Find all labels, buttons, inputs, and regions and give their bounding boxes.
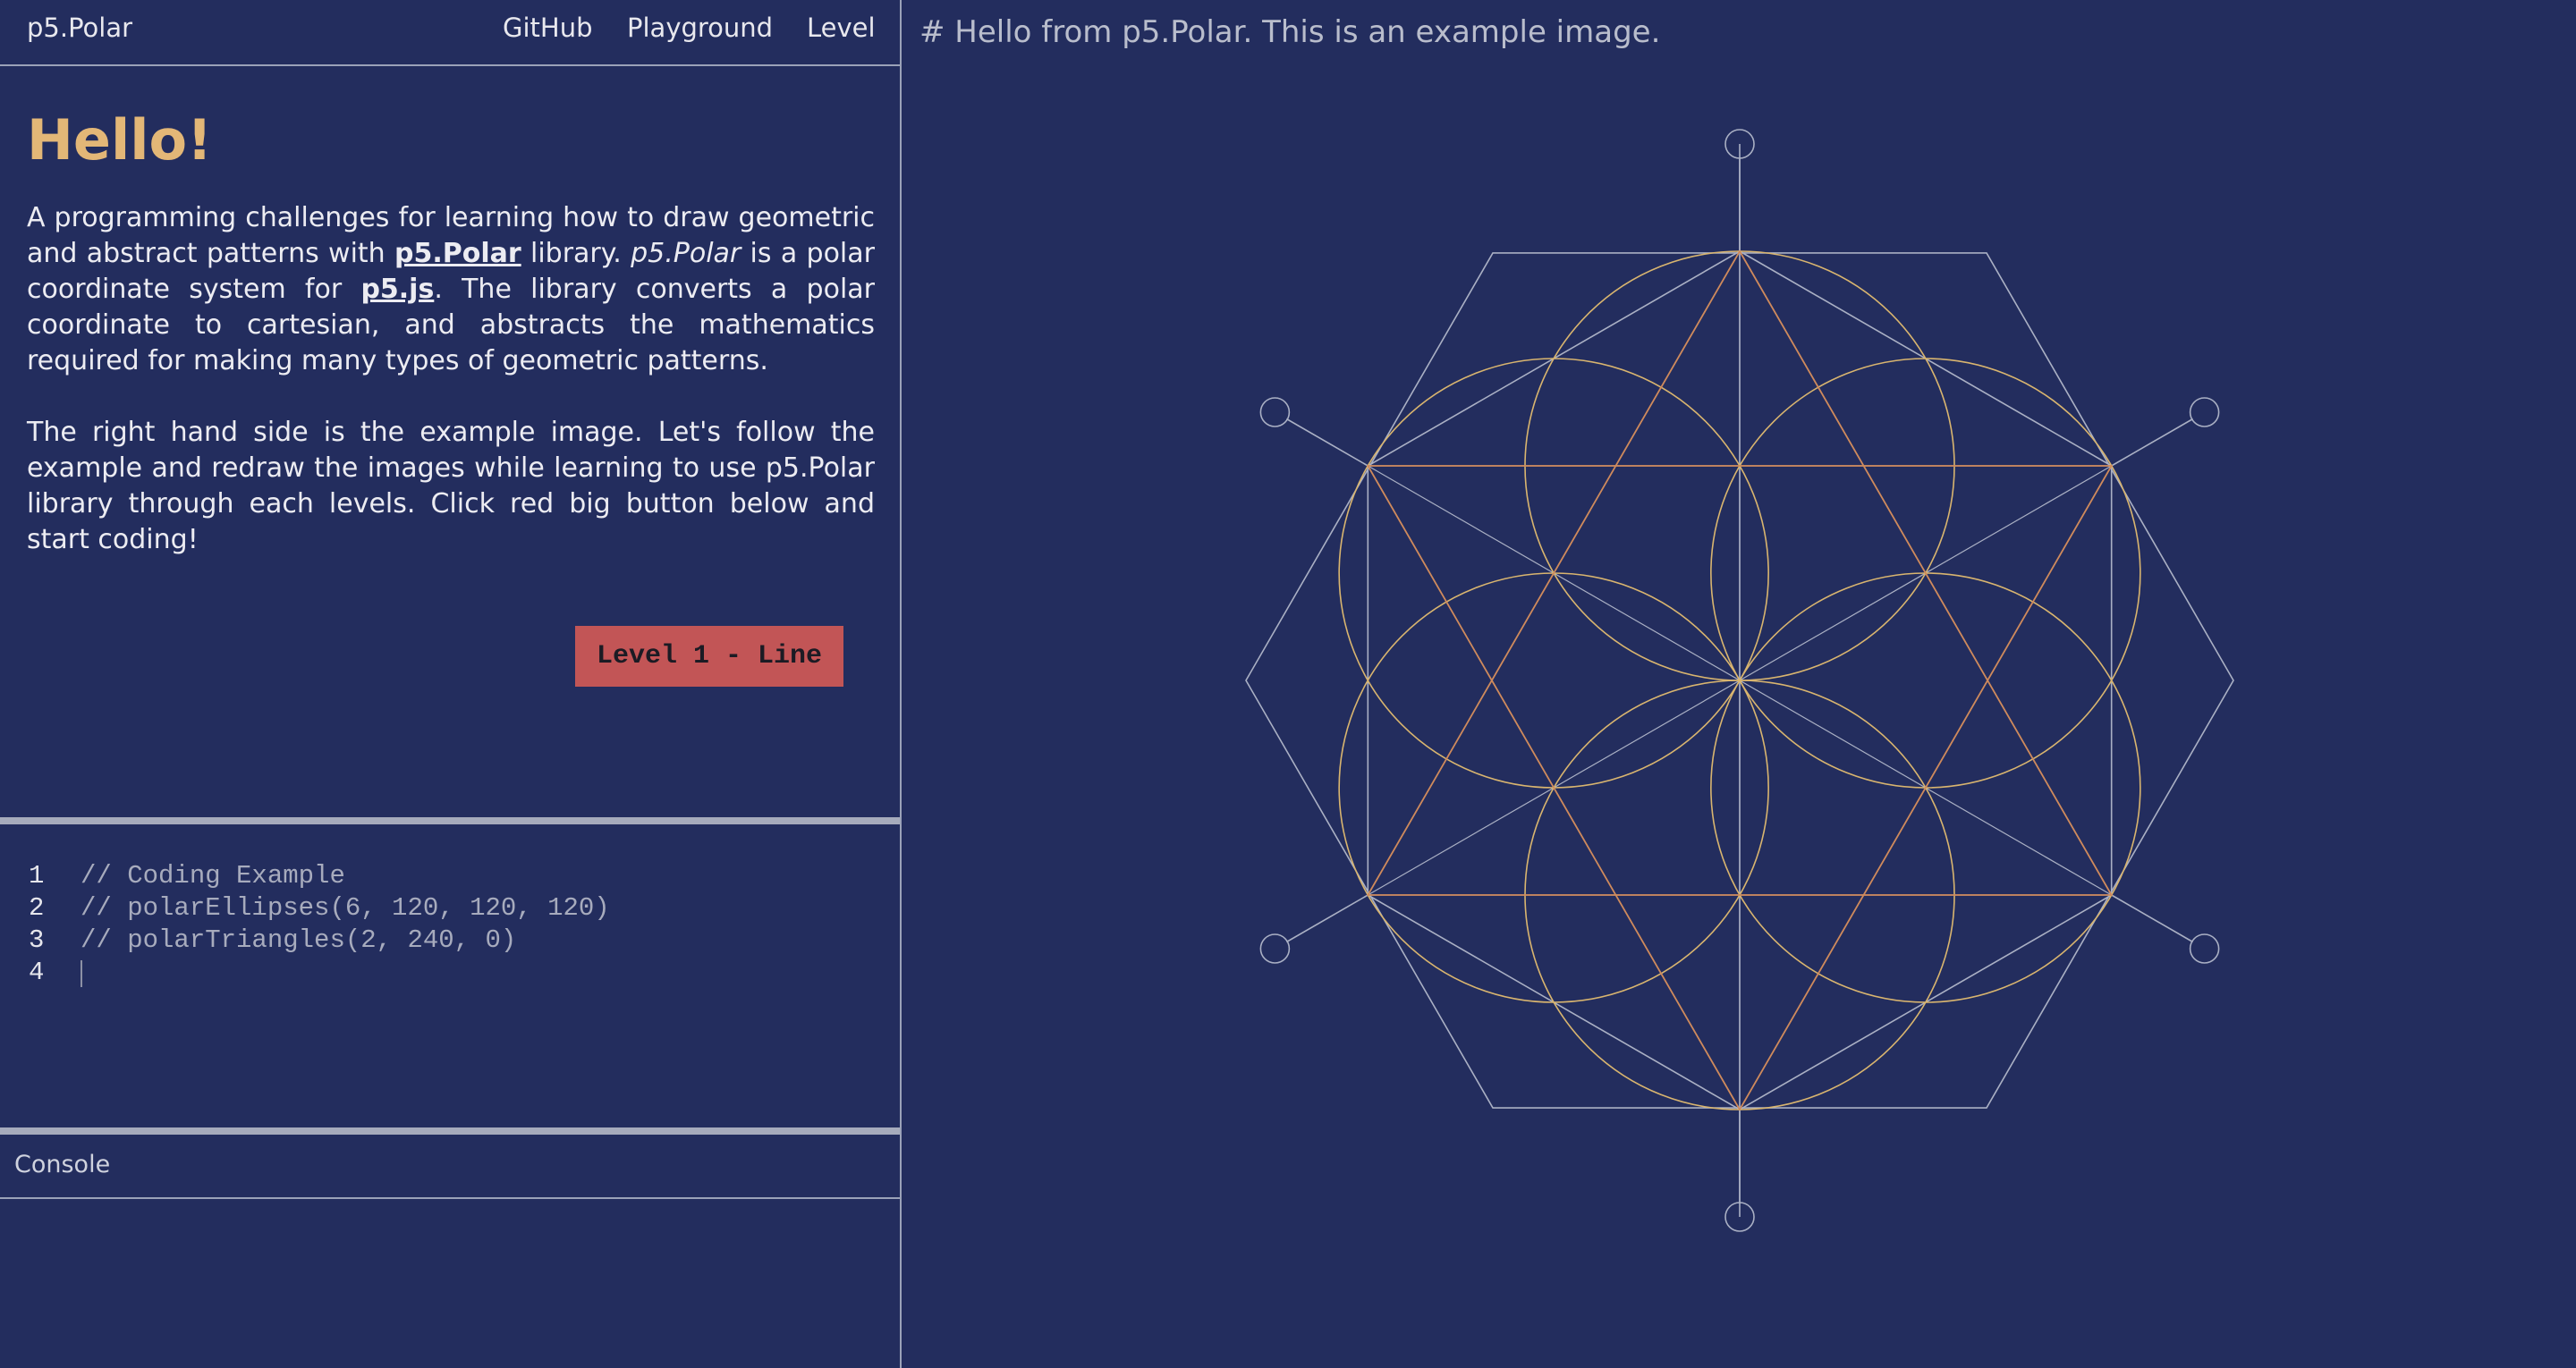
console-header: Console (0, 1135, 900, 1199)
intro-section: Hello! A programming challenges for lear… (27, 107, 875, 558)
intro-paragraph: A programming challenges for learning ho… (27, 200, 875, 379)
code-text[interactable]: // Coding Example (80, 860, 345, 892)
p5js-link[interactable]: p5.js (360, 274, 434, 305)
p5-polar-italic: p5.Polar (631, 238, 741, 269)
nav-link-playground[interactable]: Playground (627, 13, 773, 43)
console-label: Console (14, 1151, 111, 1178)
canvas-heading: # Hello from p5.Polar. This is an exampl… (919, 14, 1661, 50)
resize-handle-editor[interactable] (0, 817, 900, 824)
line-number: 2 (29, 893, 45, 923)
radial-line (1285, 418, 1368, 467)
nav-link-level[interactable]: Level (807, 13, 876, 43)
code-text[interactable]: // polarTriangles(2, 240, 0) (80, 925, 516, 957)
text-cursor (80, 960, 82, 987)
navbar: p5.Polar GitHub Playground Level (0, 0, 902, 66)
p5-polar-link[interactable]: p5.Polar (394, 238, 521, 269)
resize-handle-console[interactable] (0, 1127, 900, 1135)
code-editor[interactable]: 1 // Coding Example 2 // polarEllipses(6… (0, 860, 894, 989)
end-circle (2189, 397, 2220, 427)
level-1-button[interactable]: Level 1 - Line (575, 626, 843, 687)
brand-link[interactable]: p5.Polar (27, 13, 132, 43)
end-circle (1259, 397, 1291, 427)
radial-line (2111, 418, 2194, 467)
code-line: 3 // polarTriangles(2, 240, 0) (0, 925, 894, 957)
line-number: 1 (29, 861, 45, 891)
radial-line (1285, 894, 1368, 943)
code-line: 2 // polarEllipses(6, 120, 120, 120) (0, 892, 894, 925)
instructions-paragraph: The right hand side is the example image… (27, 417, 875, 555)
line-number: 4 (29, 958, 45, 987)
left-panel: p5.Polar GitHub Playground Level Hello! … (0, 0, 902, 1368)
line-number: 3 (29, 925, 45, 955)
radial-line (2111, 894, 2194, 943)
example-canvas (1245, 129, 2234, 1232)
end-circle (2189, 933, 2220, 964)
page-title: Hello! (27, 107, 213, 173)
end-circle (1259, 933, 1291, 964)
code-line: 1 // Coding Example (0, 860, 894, 892)
code-line: 4 (0, 957, 894, 989)
intro-text: library. (521, 238, 631, 269)
code-text[interactable]: // polarEllipses(6, 120, 120, 120) (80, 892, 610, 925)
nav-link-github[interactable]: GitHub (503, 13, 593, 43)
